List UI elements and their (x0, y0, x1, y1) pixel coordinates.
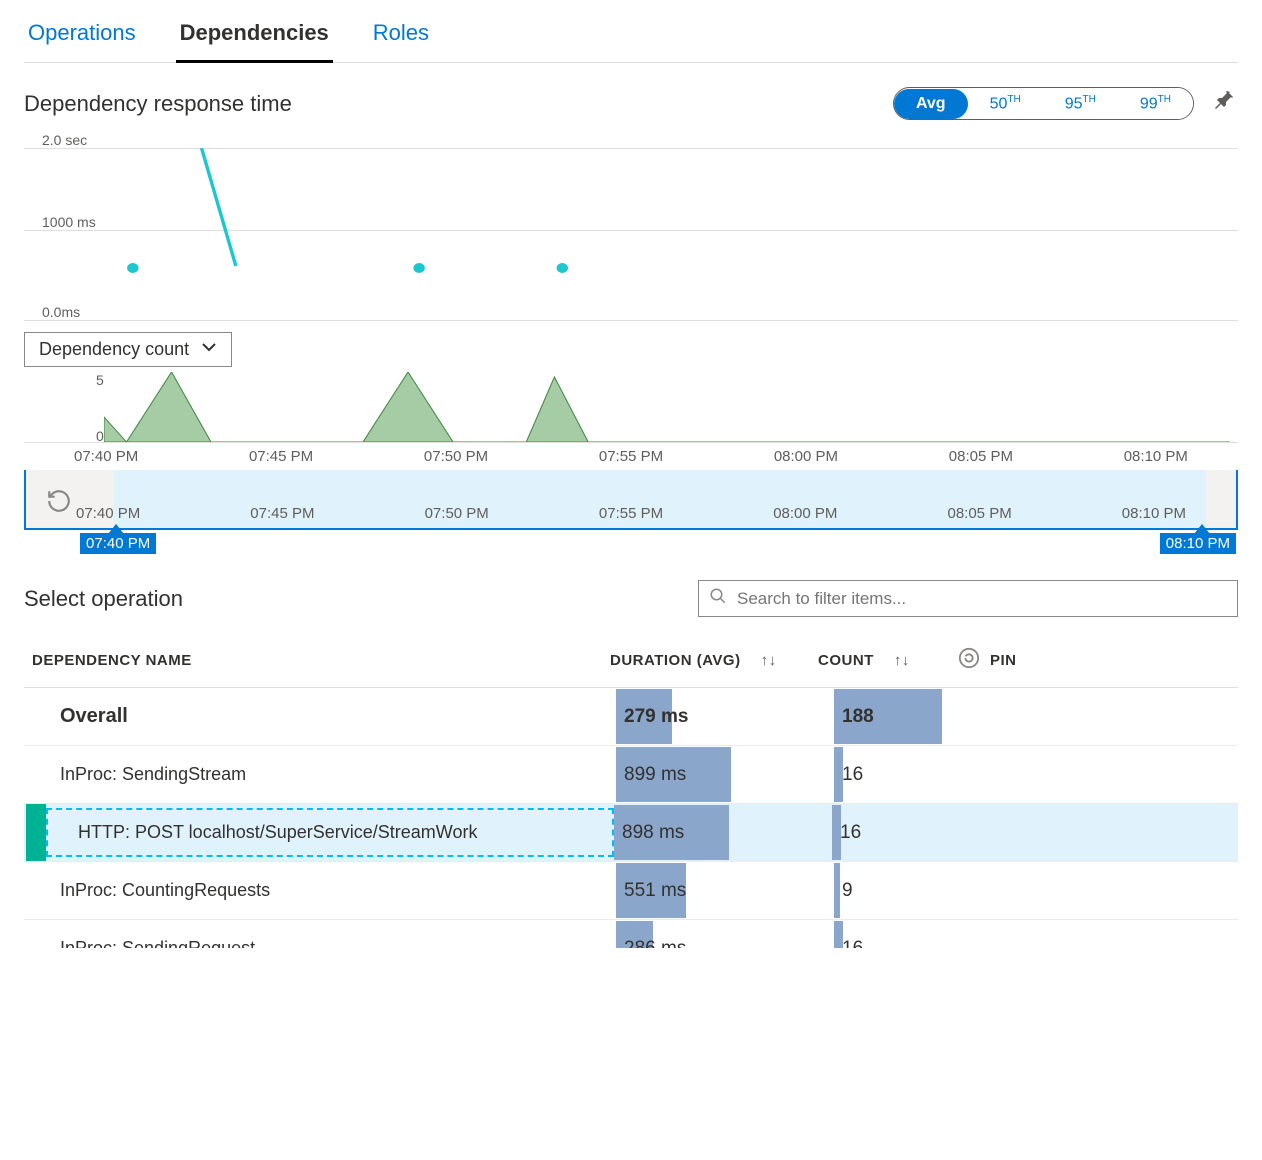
percentile-95th[interactable]: 95TH (1043, 88, 1118, 119)
table-row[interactable]: HTTP: POST localhost/SuperService/Stream… (24, 804, 1238, 862)
slider-tick: 07:40 PM (76, 505, 140, 522)
percentile-toggle: Avg 50TH 95TH 99TH (893, 87, 1194, 120)
chevron-down-icon (201, 339, 217, 360)
row-duration: 279 ms (616, 706, 688, 728)
response-time-chart: 2.0 sec 1000 ms 0.0ms (24, 132, 1238, 332)
slider-tick: 07:50 PM (425, 505, 489, 522)
y-tick: 2.0 sec (42, 132, 87, 148)
table-row[interactable]: InProc: SendingRequest286 ms 16 (24, 920, 1238, 948)
select-operation-title: Select operation (24, 586, 183, 612)
slider-tick: 07:55 PM (599, 505, 663, 522)
row-duration: 551 ms (616, 880, 686, 902)
slider-tick: 08:05 PM (947, 505, 1011, 522)
row-count: 16 (834, 764, 863, 786)
tab-operations[interactable]: Operations (24, 8, 140, 62)
col-pin: PIN (990, 652, 1017, 669)
section-title: Dependency response time (24, 91, 292, 117)
col-dependency-name[interactable]: DEPENDENCY NAME (24, 652, 610, 669)
count-metric-dropdown[interactable]: Dependency count (24, 332, 232, 367)
search-box[interactable] (698, 580, 1238, 617)
table-row[interactable]: InProc: CountingRequests551 ms 9 (24, 862, 1238, 920)
row-count: 16 (834, 938, 863, 949)
reset-columns-icon[interactable] (958, 647, 980, 673)
tab-roles[interactable]: Roles (369, 8, 433, 62)
col-duration[interactable]: DURATION (AVG) (610, 652, 741, 669)
table-row[interactable]: InProc: SendingStream899 ms 16 (24, 746, 1238, 804)
sort-icon[interactable]: ↑↓ (894, 652, 910, 669)
percentile-99th[interactable]: 99TH (1118, 88, 1193, 119)
time-range-slider[interactable]: 07:40 PM 07:45 PM 07:50 PM 07:55 PM 08:0… (24, 470, 1238, 530)
row-name: InProc: SendingStream (30, 752, 616, 797)
pin-icon[interactable] (1214, 89, 1238, 118)
slider-tick: 08:00 PM (773, 505, 837, 522)
percentile-50th[interactable]: 50TH (968, 88, 1043, 119)
slider-start-label: 07:40 PM (80, 533, 156, 554)
y-tick: 5 (96, 372, 104, 388)
slider-tick: 08:10 PM (1122, 505, 1186, 522)
dependency-count-chart: Dependency count 5 0 07:40 PM 07:45 PM 0… (24, 332, 1238, 472)
row-duration: 898 ms (614, 822, 684, 844)
slider-end-label: 08:10 PM (1160, 533, 1236, 554)
row-duration: 899 ms (616, 764, 686, 786)
row-count: 9 (834, 880, 853, 902)
table-row[interactable]: Overall279 ms 188 (24, 688, 1238, 746)
row-count: 16 (832, 822, 861, 844)
row-count: 188 (834, 706, 874, 728)
tab-bar: Operations Dependencies Roles (24, 8, 1238, 63)
table-header: DEPENDENCY NAME DURATION (AVG) ↑↓ COUNT … (24, 637, 1238, 688)
col-count[interactable]: COUNT (818, 652, 874, 669)
slider-tick: 07:45 PM (250, 505, 314, 522)
tab-dependencies[interactable]: Dependencies (176, 8, 333, 63)
row-name: InProc: SendingRequest (30, 926, 616, 948)
table-body: ▲ Overall279 ms188InProc: SendingStream8… (24, 688, 1238, 948)
search-icon (709, 587, 727, 610)
row-name: Overall (30, 693, 616, 740)
search-input[interactable] (737, 589, 1227, 609)
sort-icon[interactable]: ↑↓ (761, 652, 777, 669)
dropdown-label: Dependency count (39, 339, 189, 360)
row-name: InProc: CountingRequests (30, 868, 616, 913)
row-name: HTTP: POST localhost/SuperService/Stream… (46, 808, 614, 857)
percentile-avg[interactable]: Avg (894, 89, 968, 119)
row-duration: 286 ms (616, 938, 686, 949)
